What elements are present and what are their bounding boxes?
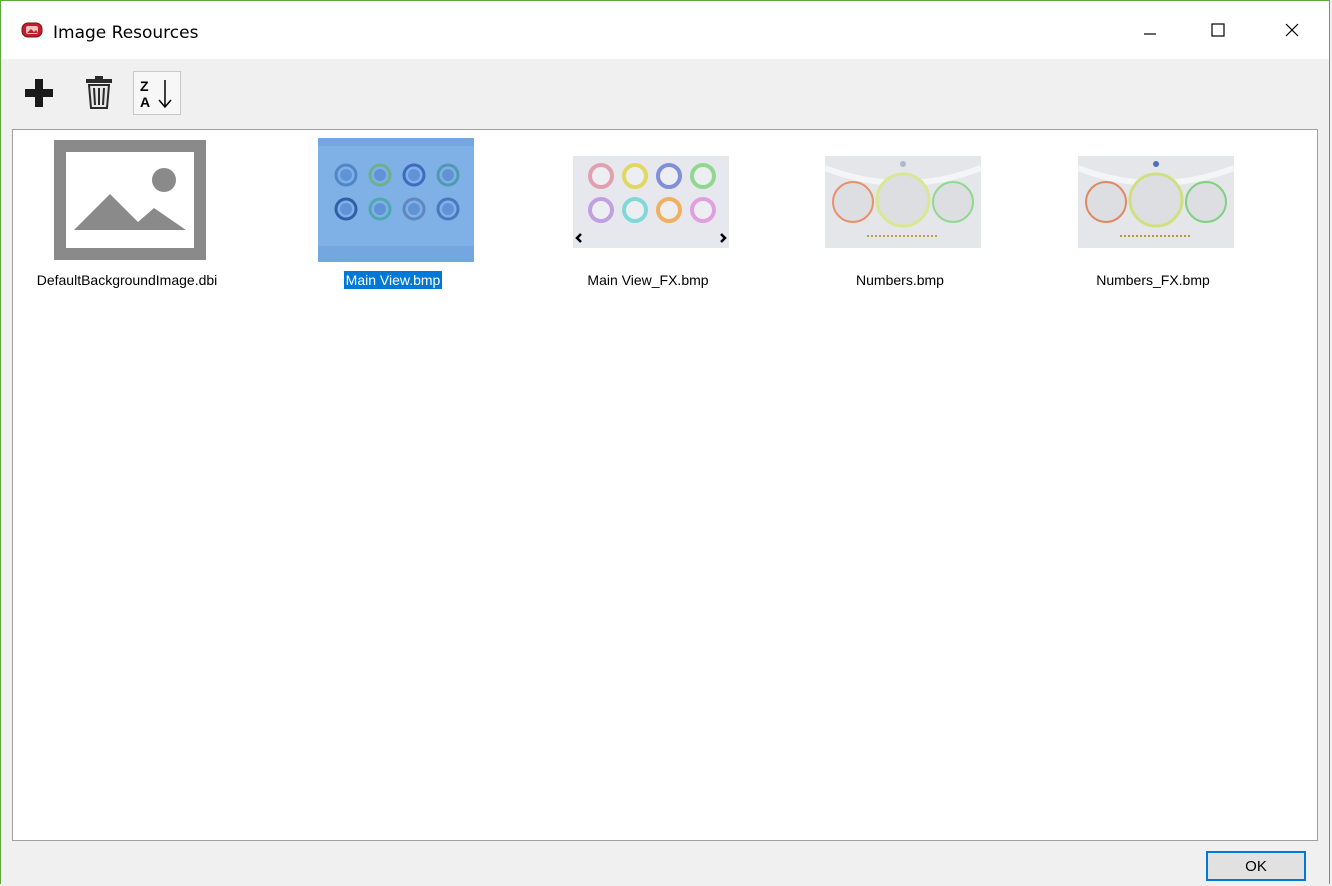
plus-icon — [25, 79, 53, 107]
ok-button[interactable]: OK — [1206, 851, 1306, 881]
minimize-button[interactable] — [1119, 1, 1181, 59]
window-title: Image Resources — [53, 23, 199, 43]
add-image-button[interactable] — [15, 71, 63, 115]
main-view-fx-thumbnail — [573, 156, 729, 248]
maximize-icon — [1211, 23, 1225, 37]
app-icon — [21, 22, 43, 38]
resource-name: Main View.bmp — [342, 270, 444, 290]
title-bar[interactable]: Image Resources — [1, 1, 1329, 59]
resource-list[interactable]: DefaultBackgroundImage.dbi Main View.bmp… — [12, 129, 1318, 841]
sort-button[interactable]: Z A — [133, 71, 181, 115]
image-resources-window: Image Resources Z A DefaultBackgroundIma… — [0, 0, 1330, 885]
resource-name: Numbers.bmp — [856, 272, 944, 288]
close-button[interactable] — [1261, 1, 1323, 59]
numbers-thumbnail — [825, 156, 981, 248]
delete-image-button[interactable] — [75, 71, 123, 115]
resource-tile-selected[interactable]: Main View.bmp — [293, 138, 493, 298]
toolbar: Z A — [1, 59, 1329, 129]
resource-name: Numbers_FX.bmp — [1096, 272, 1210, 288]
resource-name: DefaultBackgroundImage.dbi — [36, 272, 218, 288]
sort-bottom-letter: A — [140, 94, 150, 110]
resource-name: Main View_FX.bmp — [587, 272, 709, 288]
sort-z-a-icon: Z A — [140, 78, 172, 110]
maximize-button[interactable] — [1187, 1, 1249, 59]
numbers-fx-thumbnail — [1078, 156, 1234, 248]
sort-top-letter: Z — [140, 78, 149, 94]
minimize-icon — [1144, 33, 1156, 35]
resource-tile[interactable]: Numbers.bmp — [800, 138, 1000, 298]
image-placeholder-icon — [54, 140, 206, 260]
dialog-footer: OK — [1, 841, 1329, 885]
main-view-thumbnail — [318, 138, 474, 262]
trash-icon — [86, 76, 112, 109]
resource-tile[interactable]: Numbers_FX.bmp — [1053, 138, 1253, 298]
resource-tile[interactable]: Main View_FX.bmp — [548, 138, 748, 298]
resource-tile[interactable]: DefaultBackgroundImage.dbi — [27, 138, 227, 298]
close-icon — [1285, 23, 1299, 37]
